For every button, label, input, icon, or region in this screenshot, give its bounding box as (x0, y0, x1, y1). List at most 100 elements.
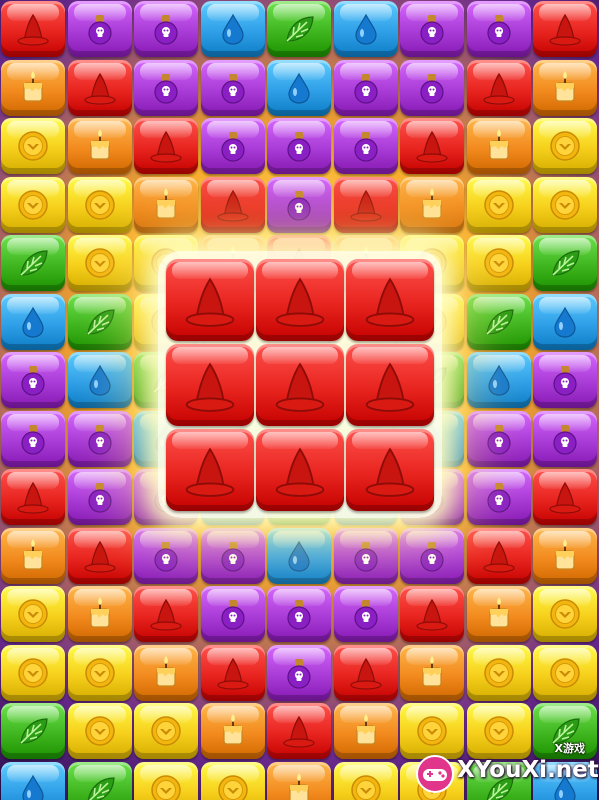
tile-drop[interactable] (1, 293, 65, 350)
tile-hat[interactable] (134, 118, 199, 174)
tile-candle[interactable] (67, 586, 132, 642)
tile-leaf[interactable] (533, 235, 598, 291)
tile-candle[interactable] (533, 59, 598, 116)
tile-candle[interactable] (533, 527, 598, 584)
tile-hat[interactable] (533, 1, 598, 57)
tile-potion[interactable] (200, 586, 265, 642)
tile-hat[interactable] (267, 703, 332, 759)
tile-potion[interactable] (267, 118, 332, 174)
tile-potion[interactable] (267, 644, 332, 701)
tile-hat[interactable] (200, 176, 265, 233)
tile-hat[interactable] (333, 176, 398, 233)
tile-candle[interactable] (333, 703, 398, 759)
tile-leaf[interactable] (1, 235, 65, 291)
tile-coin[interactable] (67, 176, 132, 233)
tile-drop[interactable] (466, 352, 531, 408)
tile-potion[interactable] (134, 1, 199, 57)
tile-potion[interactable] (200, 59, 265, 116)
tile-potion[interactable] (134, 527, 199, 584)
tile-potion[interactable] (400, 59, 465, 116)
tile-hat[interactable] (466, 527, 531, 584)
tile-hat[interactable] (400, 586, 465, 642)
tile-leaf[interactable] (67, 293, 132, 350)
tile-leaf[interactable] (267, 1, 332, 57)
tile-coin[interactable] (67, 235, 132, 291)
tile-potion[interactable] (1, 410, 65, 467)
tile-drop[interactable] (200, 1, 265, 57)
tile-coin[interactable] (466, 235, 531, 291)
tile-drop[interactable] (267, 527, 332, 584)
tile-hat[interactable] (346, 429, 434, 511)
tile-coin[interactable] (1, 586, 65, 642)
tile-coin[interactable] (134, 703, 199, 759)
tile-coin[interactable] (533, 118, 598, 174)
tile-drop[interactable] (533, 293, 598, 350)
tile-candle[interactable] (400, 176, 465, 233)
tile-hat[interactable] (134, 586, 199, 642)
tile-drop[interactable] (267, 59, 332, 116)
tile-coin[interactable] (134, 761, 199, 800)
tile-coin[interactable] (67, 703, 132, 759)
tile-candle[interactable] (134, 644, 199, 701)
tile-potion[interactable] (466, 1, 531, 57)
tile-potion[interactable] (333, 527, 398, 584)
tile-coin[interactable] (1, 118, 65, 174)
tile-potion[interactable] (67, 1, 132, 57)
tile-hat[interactable] (1, 469, 65, 525)
tile-potion[interactable] (200, 527, 265, 584)
tile-hat[interactable] (400, 118, 465, 174)
tile-leaf[interactable] (466, 293, 531, 350)
tile-coin[interactable] (466, 644, 531, 701)
tile-hat[interactable] (256, 429, 344, 511)
tile-hat[interactable] (256, 259, 344, 341)
tile-coin[interactable] (1, 176, 65, 233)
tile-coin[interactable] (533, 586, 598, 642)
tile-candle[interactable] (1, 527, 65, 584)
tile-drop[interactable] (67, 352, 132, 408)
tile-coin[interactable] (67, 644, 132, 701)
tile-potion[interactable] (267, 176, 332, 233)
tile-coin[interactable] (533, 176, 598, 233)
tile-potion[interactable] (466, 410, 531, 467)
tile-coin[interactable] (333, 761, 398, 800)
tile-hat[interactable] (346, 344, 434, 426)
tile-potion[interactable] (134, 59, 199, 116)
tile-potion[interactable] (1, 352, 65, 408)
tile-potion[interactable] (400, 527, 465, 584)
tile-hat[interactable] (256, 344, 344, 426)
tile-hat[interactable] (333, 644, 398, 701)
tile-potion[interactable] (267, 586, 332, 642)
tile-potion[interactable] (200, 118, 265, 174)
tile-drop[interactable] (1, 761, 65, 800)
tile-potion[interactable] (67, 410, 132, 467)
tile-coin[interactable] (533, 644, 598, 701)
tile-hat[interactable] (166, 429, 254, 511)
tile-potion[interactable] (67, 469, 132, 525)
tile-hat[interactable] (166, 259, 254, 341)
tile-candle[interactable] (267, 761, 332, 800)
tile-hat[interactable] (200, 644, 265, 701)
tile-candle[interactable] (1, 59, 65, 116)
tile-hat[interactable] (346, 259, 434, 341)
tile-potion[interactable] (333, 118, 398, 174)
tile-hat[interactable] (1, 1, 65, 57)
tile-potion[interactable] (533, 352, 598, 408)
tile-candle[interactable] (67, 118, 132, 174)
tile-potion[interactable] (466, 469, 531, 525)
tile-potion[interactable] (333, 586, 398, 642)
tile-candle[interactable] (400, 644, 465, 701)
tile-candle[interactable] (200, 703, 265, 759)
tile-potion[interactable] (400, 1, 465, 57)
tile-candle[interactable] (466, 118, 531, 174)
tile-candle[interactable] (466, 586, 531, 642)
tile-coin[interactable] (200, 761, 265, 800)
tile-drop[interactable] (333, 1, 398, 57)
tile-coin[interactable] (466, 176, 531, 233)
tile-hat[interactable] (166, 344, 254, 426)
tile-hat[interactable] (466, 59, 531, 116)
tile-coin[interactable] (1, 644, 65, 701)
tile-leaf[interactable] (1, 703, 65, 759)
tile-potion[interactable] (533, 410, 598, 467)
tile-hat[interactable] (533, 469, 598, 525)
tile-hat[interactable] (67, 59, 132, 116)
